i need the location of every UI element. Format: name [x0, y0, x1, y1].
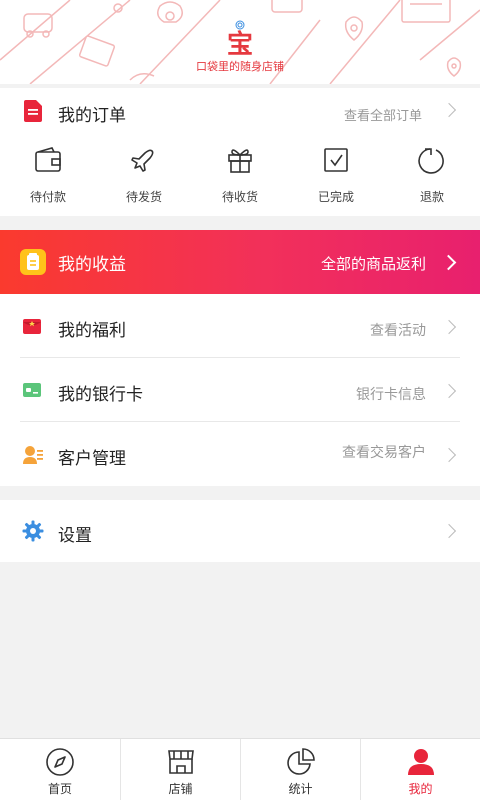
order-status-to-receive[interactable]: 待收货	[192, 146, 288, 210]
tab-home[interactable]: 首页	[0, 739, 120, 800]
menu-item-welfare[interactable]: 我的福利 查看活动	[0, 294, 480, 358]
logo: 宝 口袋里的随身店铺	[190, 20, 290, 74]
airplane-icon	[131, 149, 154, 172]
view-all-orders-link[interactable]: 查看全部订单	[344, 105, 422, 124]
menu-item-link: 查看交易客户	[342, 445, 426, 461]
tab-label: 店铺	[168, 782, 193, 796]
tab-label: 统计	[288, 782, 313, 796]
chevron-right-icon	[441, 447, 457, 463]
menu-item-bank-card[interactable]: 我的银行卡 银行卡信息	[0, 358, 480, 422]
bottom-tab-bar: 首页 店铺 统计 我的	[0, 738, 480, 800]
tab-mine[interactable]: 我的	[360, 739, 480, 800]
settings-row[interactable]: 设置	[0, 500, 480, 562]
order-status-label: 待收货	[221, 190, 258, 204]
wallet-icon	[35, 147, 61, 172]
slogan: 口袋里的随身店铺	[196, 60, 284, 73]
tab-store[interactable]: 店铺	[120, 739, 240, 800]
bank-card-icon	[23, 383, 41, 397]
checkbox-icon	[324, 148, 348, 172]
chevron-right-icon	[441, 523, 457, 539]
orders-section: 我的订单 查看全部订单 待付款 待发货 待收货 已完成 退款	[0, 88, 480, 216]
chevron-right-icon	[441, 383, 457, 399]
orders-header[interactable]: 我的订单 查看全部订单	[0, 88, 480, 136]
order-status-label: 已完成	[317, 190, 354, 204]
chevron-right-icon	[441, 319, 457, 335]
customer-icon	[23, 446, 43, 464]
gear-icon	[22, 520, 44, 542]
document-icon	[24, 100, 42, 122]
order-status-label: 退款	[419, 190, 444, 204]
menu-item-title: 我的银行卡	[58, 385, 143, 405]
all-rebates-link[interactable]: 全部的商品返利	[321, 253, 426, 274]
refresh-icon	[418, 148, 444, 174]
orders-title: 我的订单	[58, 106, 126, 126]
store-icon	[167, 750, 194, 774]
my-earnings-row[interactable]: 我的收益 全部的商品返利	[0, 230, 480, 294]
menu-item-customers[interactable]: 客户管理 查看交易客户	[0, 422, 480, 486]
logo-mark: 宝	[227, 20, 253, 56]
settings-title: 设置	[58, 526, 92, 546]
red-envelope-icon	[23, 319, 41, 334]
compass-icon	[46, 748, 74, 776]
account-menu: 我的福利 查看活动 我的银行卡 银行卡信息 客户管理 查看交易客户	[0, 294, 480, 486]
menu-item-title: 客户管理	[58, 449, 126, 469]
chevron-right-icon	[440, 254, 457, 271]
order-status-completed[interactable]: 已完成	[288, 146, 384, 210]
pie-chart-icon	[286, 748, 315, 775]
chevron-right-icon	[441, 102, 457, 118]
order-status-pending-payment[interactable]: 待付款	[0, 146, 96, 210]
tab-label: 我的	[408, 782, 433, 796]
coin-bag-icon	[20, 249, 46, 275]
order-status-to-ship[interactable]: 待发货	[96, 146, 192, 210]
order-status-refund[interactable]: 退款	[384, 146, 480, 210]
menu-item-link: 银行卡信息	[356, 387, 426, 403]
menu-item-link: 查看活动	[370, 323, 426, 339]
user-icon	[407, 749, 434, 775]
menu-item-title: 我的福利	[58, 321, 126, 341]
svg-text:宝: 宝	[227, 29, 253, 56]
header-banner: 宝 口袋里的随身店铺	[0, 0, 480, 84]
tab-label: 首页	[47, 782, 72, 796]
order-status-label: 待发货	[125, 190, 162, 204]
gift-icon	[228, 149, 252, 173]
order-status-bar: 待付款 待发货 待收货 已完成 退款	[0, 146, 480, 210]
earnings-title: 我的收益	[58, 255, 126, 275]
tab-stats[interactable]: 统计	[240, 739, 360, 800]
order-status-label: 待付款	[29, 190, 66, 204]
